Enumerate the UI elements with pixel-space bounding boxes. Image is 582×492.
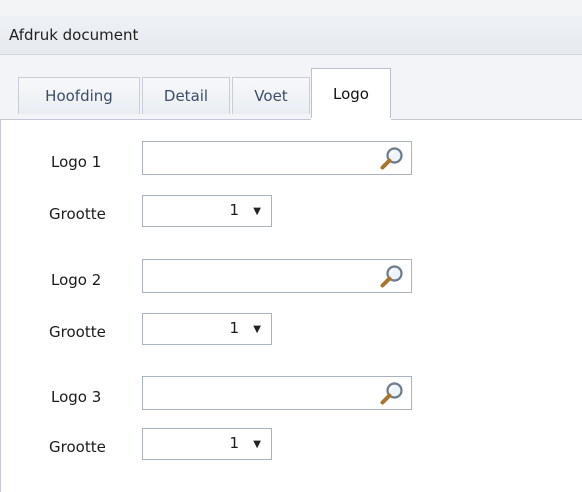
search-icon[interactable] [379,380,405,406]
logo-1-field[interactable] [142,141,412,175]
tab-voet[interactable]: Voet [232,77,310,114]
tab-strip: Hoofding Detail Voet Logo [0,55,582,119]
tab-detail[interactable]: Detail [142,77,230,114]
search-icon[interactable] [379,263,405,289]
logo-3-size-select[interactable]: 1 ▼ [142,428,272,460]
logo-2-size-label: Grootte [49,323,106,341]
logo-3-field[interactable] [142,376,412,410]
logo-2-size-value: 1 [229,319,239,337]
search-icon[interactable] [379,145,405,171]
print-document-panel: Afdruk document Hoofding Detail Voet Log… [0,16,582,492]
logo-1-size-value: 1 [229,201,239,219]
logo-1-size-label: Grootte [49,205,106,223]
panel-title: Afdruk document [9,26,139,44]
tab-hoofding[interactable]: Hoofding [18,77,140,114]
tab-logo[interactable]: Logo [311,68,391,119]
logo-1-label: Logo 1 [51,153,102,171]
logo-1-size-select[interactable]: 1 ▼ [142,195,272,227]
logo-3-size-label: Grootte [49,438,106,456]
tab-content-logo: Logo 1 Grootte 1 ▼ Logo 2 Grootte 1 ▼ Lo… [0,120,582,492]
logo-2-size-select[interactable]: 1 ▼ [142,313,272,345]
logo-2-label: Logo 2 [51,271,102,289]
logo-3-size-value: 1 [229,434,239,452]
panel-header: Afdruk document [0,16,582,55]
chevron-down-icon[interactable]: ▼ [253,321,261,339]
logo-3-label: Logo 3 [51,388,102,406]
chevron-down-icon[interactable]: ▼ [253,436,261,454]
window-top-strip [0,0,582,17]
logo-2-field[interactable] [142,259,412,293]
chevron-down-icon[interactable]: ▼ [253,203,261,221]
